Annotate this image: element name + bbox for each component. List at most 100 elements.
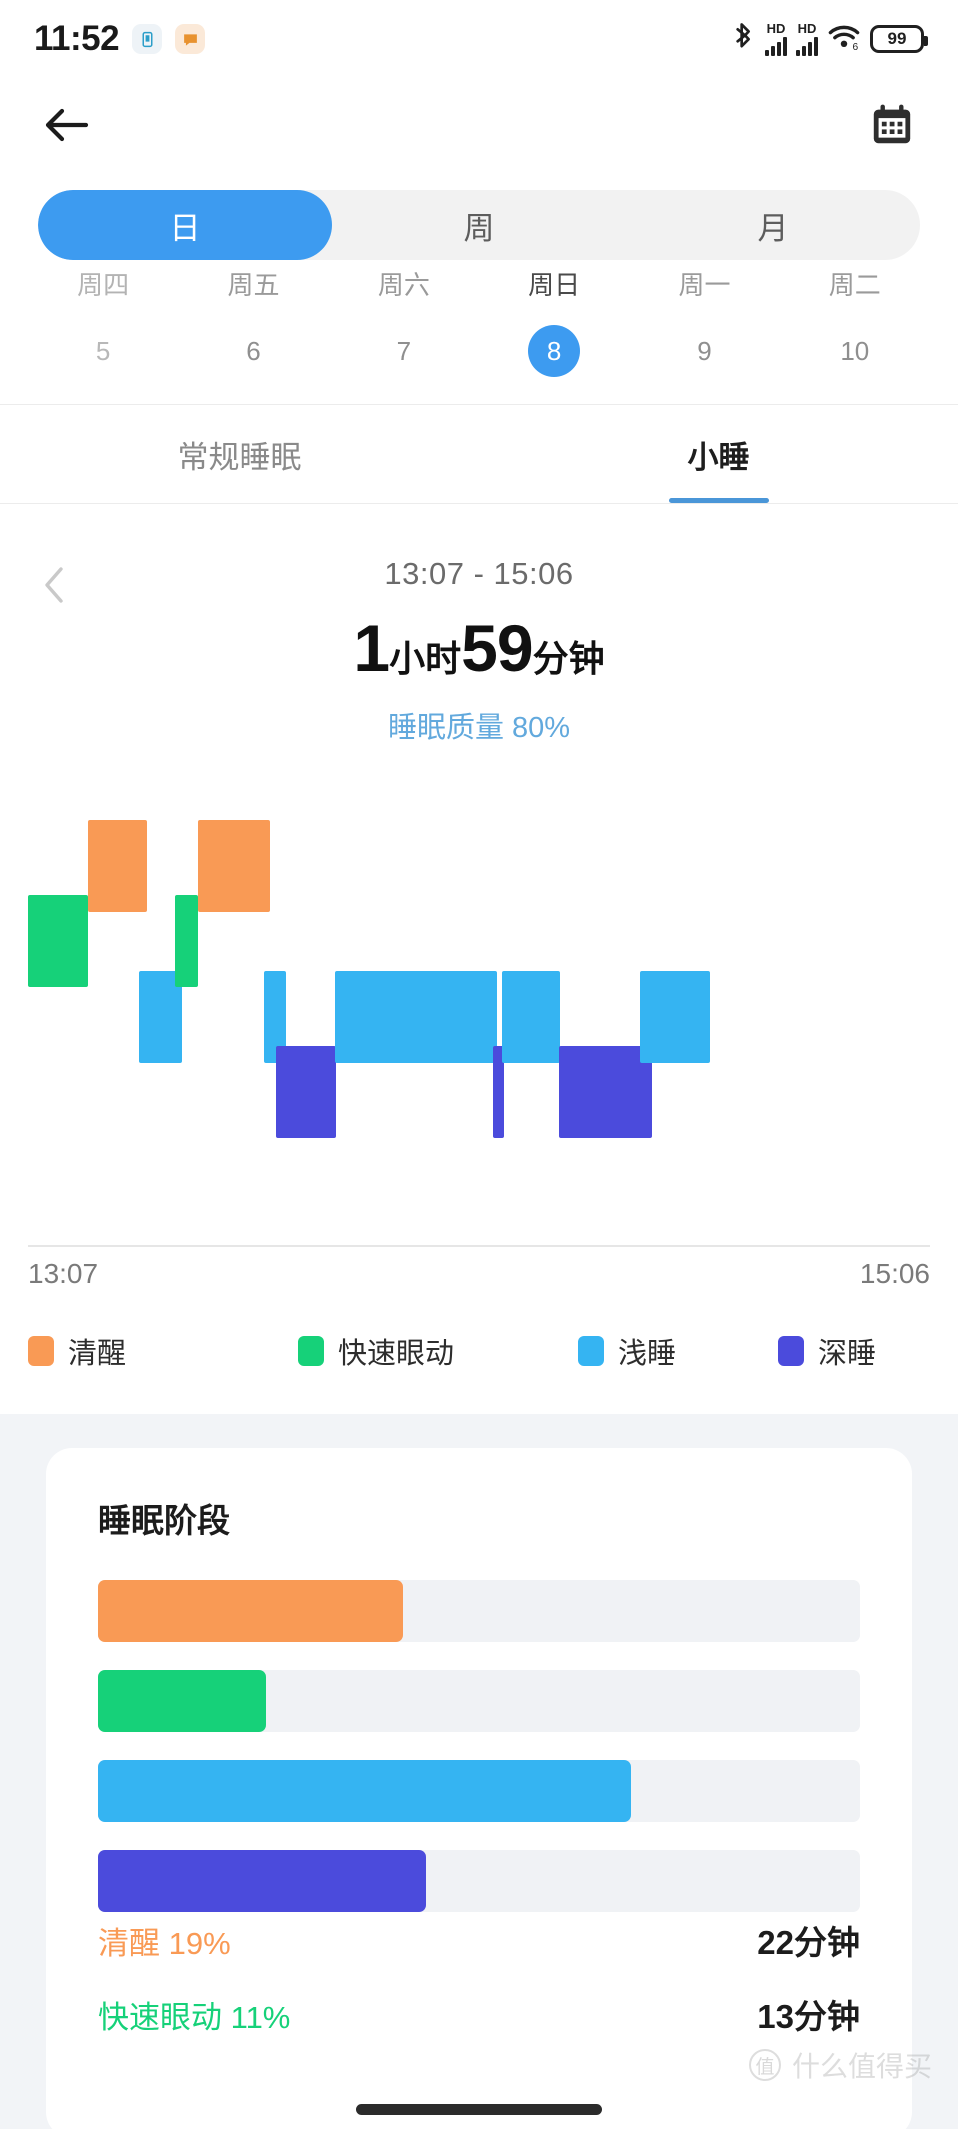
date-number: 7 — [396, 336, 412, 366]
date-weekday: 周日 — [528, 270, 581, 300]
sleep-time-range: 13:07 - 15:06 — [384, 556, 574, 591]
watermark-text: 什么值得买 — [791, 2051, 932, 2082]
date-weekday: 周六 — [377, 270, 430, 300]
axis-start-time: 13:07 — [28, 1258, 99, 1289]
legend-swatch-awake — [28, 1336, 54, 1366]
date-item-10[interactable]: 周二 10 — [780, 272, 930, 377]
duration-hours-unit: 小时 — [389, 638, 462, 679]
stat-label-awake: 清醒 19% — [98, 1918, 231, 1963]
sleep-duration: 1 小时 59 分钟 — [0, 610, 958, 686]
legend-swatch-rem — [298, 1336, 324, 1366]
date-item-8-selected[interactable]: 周日 8 — [479, 272, 629, 377]
duration-minutes: 59 — [461, 611, 533, 685]
stage-bars — [98, 1580, 860, 1940]
tab-nap[interactable]: 小睡 — [479, 405, 958, 503]
nfc-icon — [132, 24, 163, 54]
hypnogram-segment-light — [639, 970, 710, 1063]
stage-stats: 清醒 19% 22分钟 快速眼动 11% 13分钟 — [98, 1903, 860, 2051]
stat-duration-awake: 22分钟 — [757, 1924, 860, 1961]
date-strip: 周四 5 周五 6 周六 7 周日 8 周一 9 周二 10 — [0, 272, 958, 377]
date-number: 8 — [528, 325, 581, 377]
back-button[interactable] — [38, 97, 94, 153]
hypnogram-segment-rem — [28, 895, 88, 988]
hypnogram-segment-rem — [175, 895, 199, 988]
stage-bar-light — [98, 1760, 860, 1822]
sleep-quality-label: 睡眠质量 — [387, 712, 504, 744]
legend-label-light: 浅睡 — [618, 1338, 677, 1370]
legend-swatch-light — [578, 1336, 604, 1366]
duration-minutes-unit: 分钟 — [532, 638, 605, 679]
stage-bar-awake — [98, 1580, 860, 1642]
date-item-7[interactable]: 周六 7 — [329, 272, 479, 377]
sleep-summary: 13:07 - 15:06 1 小时 59 分钟 睡眠质量 80% — [0, 556, 958, 746]
sleep-detail-screen: 11:52 HD HD 6 99 日 周 月 周四 5 周五 6 周六 7 周日… — [0, 0, 958, 2129]
wifi-icon: 6 — [827, 23, 861, 56]
stat-name-awake: 清醒 — [98, 1925, 160, 1961]
previous-record-button[interactable] — [34, 561, 74, 609]
svg-text:6: 6 — [853, 41, 859, 50]
date-item-6[interactable]: 周五 6 — [178, 272, 328, 377]
hypnogram-chart — [28, 820, 930, 1225]
watermark: 值 什么值得买 — [748, 2045, 932, 2085]
legend-item-deep: 深睡 — [778, 1330, 876, 1372]
signal-2-icon: HD — [796, 22, 818, 56]
legend-item-light: 浅睡 — [578, 1330, 778, 1372]
stat-label-rem: 快速眼动 11% — [98, 1992, 290, 2037]
segment-week[interactable]: 周 — [332, 190, 626, 260]
signal-1-icon: HD — [765, 22, 787, 56]
hypnogram-segment-deep — [559, 1046, 653, 1139]
battery-icon: 99 — [870, 25, 928, 53]
calendar-button[interactable] — [864, 97, 920, 153]
date-item-9[interactable]: 周一 9 — [629, 272, 779, 377]
legend-swatch-deep — [778, 1336, 804, 1366]
hypnogram-segment-awake — [87, 820, 148, 912]
legend-label-deep: 深睡 — [818, 1338, 877, 1370]
stat-row-rem: 快速眼动 11% 13分钟 — [98, 1977, 860, 2051]
legend-item-awake: 清醒 — [28, 1330, 298, 1372]
axis-end-time: 15:06 — [859, 1258, 930, 1289]
watermark-badge-icon: 值 — [748, 2049, 781, 2081]
stage-bar-rem — [98, 1670, 860, 1732]
duration-hours: 1 — [353, 611, 390, 685]
status-bar: 11:52 HD HD 6 99 — [0, 0, 958, 78]
bluetooth-icon — [734, 22, 756, 57]
date-item-5[interactable]: 周四 5 — [28, 272, 178, 377]
hypnogram-axis-line — [28, 1245, 930, 1247]
segment-month[interactable]: 月 — [626, 190, 920, 260]
stat-duration-rem: 13分钟 — [757, 1998, 860, 2035]
stat-name-rem: 快速眼动 — [98, 1999, 222, 2035]
legend-label-rem: 快速眼动 — [338, 1338, 455, 1370]
tab-regular-sleep[interactable]: 常规睡眠 — [0, 405, 479, 503]
date-weekday: 周一 — [678, 270, 731, 300]
date-weekday: 周四 — [77, 270, 130, 300]
hypnogram-segment-light — [334, 970, 498, 1063]
period-segmented-control: 日 周 月 — [38, 190, 920, 260]
legend-item-rem: 快速眼动 — [298, 1330, 578, 1372]
back-arrow-icon — [45, 108, 89, 142]
legend-label-awake: 清醒 — [68, 1338, 127, 1370]
date-weekday: 周二 — [828, 270, 881, 300]
home-indicator[interactable] — [356, 2104, 602, 2115]
sleep-type-tabs: 常规睡眠 小睡 — [0, 404, 958, 504]
stat-row-awake: 清醒 19% 22分钟 — [98, 1903, 860, 1977]
message-icon — [175, 24, 206, 54]
sleep-stages-title: 睡眠阶段 — [98, 1502, 230, 1539]
stage-bar-fill-awake — [98, 1580, 403, 1642]
stat-percent-rem: 11% — [230, 1999, 291, 2035]
status-bar-right: HD HD 6 99 — [734, 22, 928, 57]
hypnogram-axis-labels: 13:07 15:06 — [28, 1258, 930, 1290]
calendar-icon — [873, 104, 911, 144]
sleep-stages-card: 睡眠阶段 清醒 19% 22分钟 快速眼动 11% 13分钟 — [46, 1448, 912, 2129]
chevron-left-icon — [45, 567, 63, 603]
date-weekday: 周五 — [227, 270, 280, 300]
hypnogram-segment-awake — [197, 820, 270, 912]
date-number: 9 — [697, 336, 712, 366]
hypnogram-legend: 清醒 快速眼动 浅睡 深睡 — [28, 1330, 930, 1372]
hypnogram-segment-light — [502, 970, 561, 1063]
date-number: 6 — [246, 336, 261, 366]
segment-day[interactable]: 日 — [38, 190, 332, 260]
navigation-bar — [0, 78, 958, 172]
stat-percent-awake: 19% — [168, 1925, 231, 1961]
stage-bar-fill-rem — [98, 1670, 266, 1732]
date-number: 10 — [840, 336, 870, 366]
